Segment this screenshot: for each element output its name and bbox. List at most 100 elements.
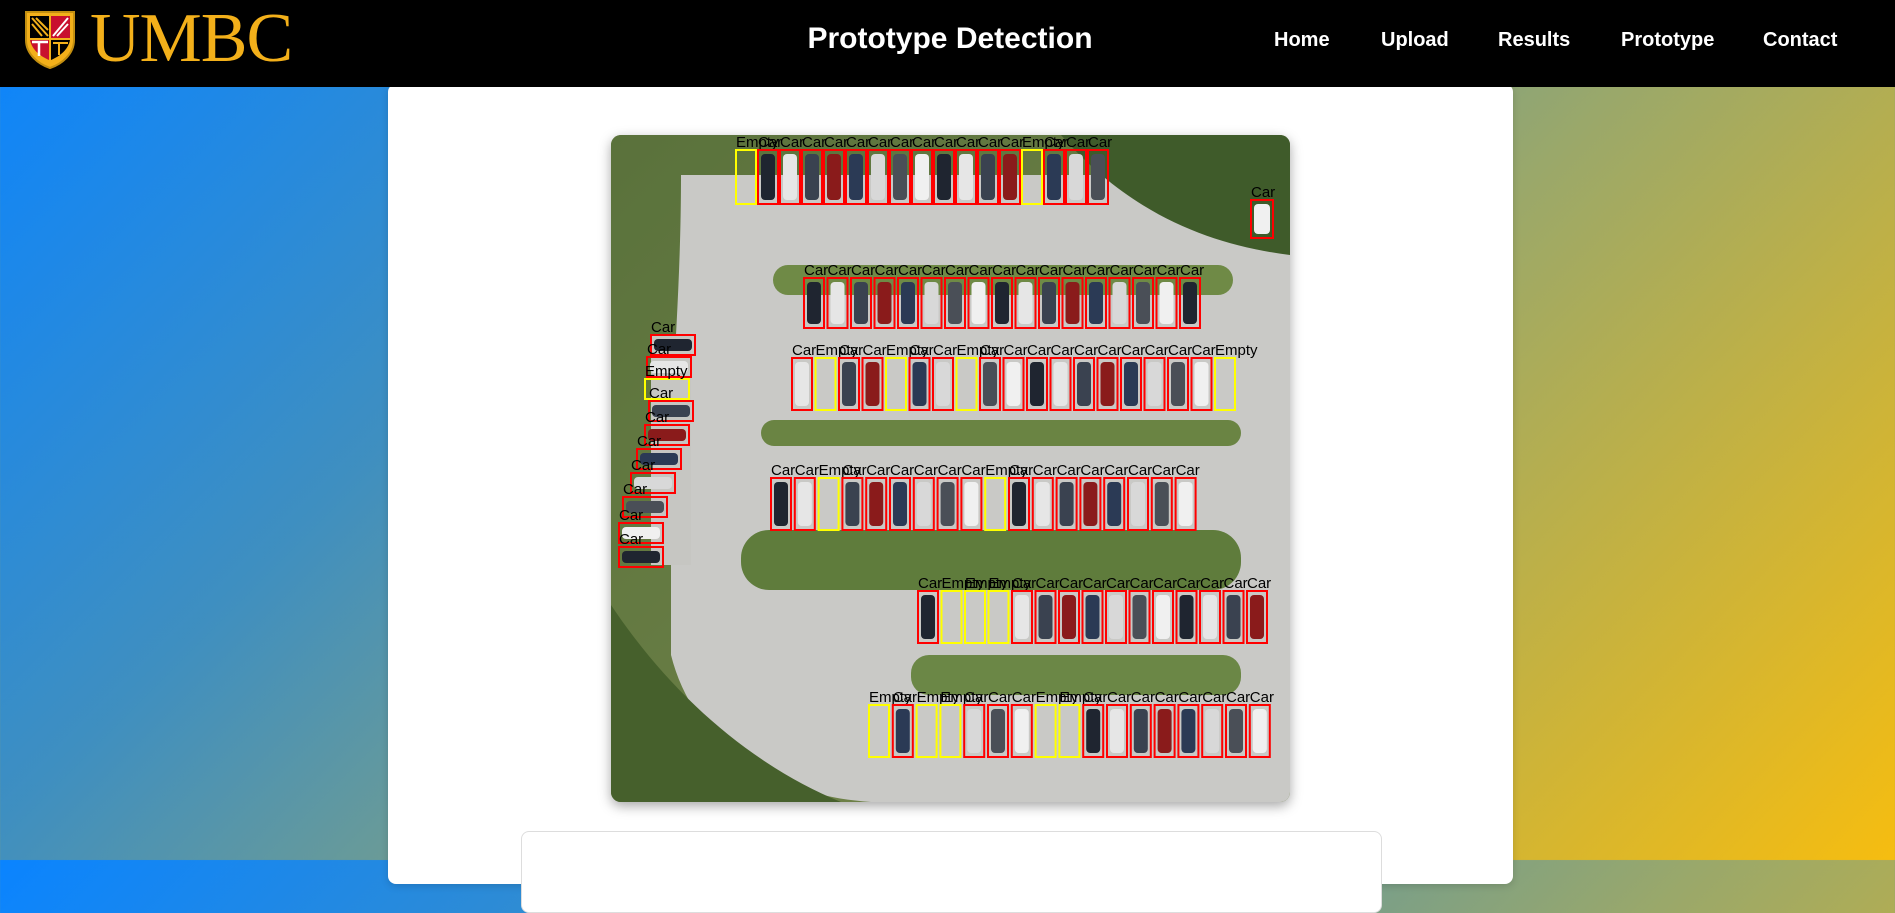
car-shape <box>805 154 819 200</box>
car-shape <box>1047 154 1061 200</box>
car-label: Car <box>1250 689 1274 706</box>
car-label: Car <box>1051 342 1075 359</box>
car-shape <box>915 154 929 200</box>
car-label: Car <box>804 262 828 279</box>
nav-upload[interactable]: Upload <box>1381 29 1449 52</box>
car-label: Car <box>1036 575 1060 592</box>
car-label: Car <box>792 342 816 359</box>
car-shape <box>1062 595 1076 639</box>
car-label: Car <box>1088 135 1112 151</box>
car-label: Car <box>866 462 890 479</box>
car-shape <box>1059 482 1074 526</box>
car-label: Car <box>851 262 875 279</box>
car-label: Car <box>1177 575 1201 592</box>
car-shape <box>1012 482 1026 526</box>
detection-result-image: Empty Car Car Car Car Car Car Car Car Car Car Car Ca… <box>611 135 1290 802</box>
car-shape <box>895 709 910 753</box>
car-shape <box>983 362 997 406</box>
car-label: Car <box>1000 135 1024 151</box>
car-label: Car <box>1153 575 1177 592</box>
car-shape <box>1124 362 1138 406</box>
car-label: Car <box>802 135 826 151</box>
car-label: Car <box>868 135 892 151</box>
car-label: Car <box>1086 262 1110 279</box>
main-content-card: Empty Car Car Car Car Car Car Car Car Car Car Car Ca… <box>388 84 1513 913</box>
car-shape <box>1254 204 1270 234</box>
car-shape <box>981 154 995 200</box>
car-shape <box>783 154 797 200</box>
nav-prototype[interactable]: Prototype <box>1621 29 1714 52</box>
car-shape <box>971 282 986 324</box>
car-label: Car <box>1157 262 1181 279</box>
car-label: Car <box>795 462 819 479</box>
car-shape <box>1030 362 1044 406</box>
car-shape <box>1205 709 1220 753</box>
car-label: Car <box>1152 462 1176 479</box>
car-shape <box>1089 282 1103 324</box>
car-label: Car <box>846 135 870 151</box>
car-shape <box>901 282 915 324</box>
car-label: Car <box>890 462 914 479</box>
car-label: Car <box>1202 689 1226 706</box>
car-label: Car <box>1098 342 1122 359</box>
car-label: Car <box>1083 575 1107 592</box>
car-shape <box>893 482 907 526</box>
car-label: Car <box>651 319 675 336</box>
nav-menu: Home Upload Results Prototype Contact <box>0 29 1895 59</box>
car-label: Car <box>934 135 958 151</box>
car-shape <box>807 282 821 324</box>
car-label: Car <box>623 481 647 498</box>
car-shape <box>1100 362 1115 406</box>
car-shape <box>991 709 1005 753</box>
car-shape <box>1083 482 1098 526</box>
car-shape <box>1069 154 1083 200</box>
car-label: Car <box>1004 342 1028 359</box>
car-label: Car <box>631 457 655 474</box>
car-label: Car <box>1251 184 1275 201</box>
car-shape <box>1018 282 1033 324</box>
car-label: Car <box>964 689 988 706</box>
car-shape <box>1147 362 1162 406</box>
car-shape <box>761 154 775 200</box>
empty-label: Empty <box>1215 342 1258 359</box>
car-shape <box>1133 709 1148 753</box>
nav-home[interactable]: Home <box>1274 29 1330 52</box>
car-label: Car <box>1012 575 1036 592</box>
car-shape <box>1203 595 1217 639</box>
car-label: Car <box>863 342 887 359</box>
car-label: Car <box>1039 262 1063 279</box>
car-shape <box>1035 482 1050 526</box>
empty-label: Empty <box>645 363 688 380</box>
car-label: Car <box>1012 689 1036 706</box>
car-shape <box>1159 282 1174 324</box>
car-label: Car <box>893 689 917 706</box>
car-shape <box>1077 362 1091 406</box>
car-shape <box>1136 282 1150 324</box>
car-shape <box>1132 595 1147 639</box>
nav-contact[interactable]: Contact <box>1763 29 1837 52</box>
car-shape <box>1112 282 1127 324</box>
car-label: Car <box>1192 342 1216 359</box>
car-shape <box>1038 595 1053 639</box>
car-shape <box>1014 709 1029 753</box>
car-shape <box>1086 709 1101 753</box>
car-label: Car <box>933 342 957 359</box>
car-shape <box>830 282 845 324</box>
car-shape <box>924 282 939 324</box>
car-label: Car <box>637 433 661 450</box>
car-shape <box>1156 595 1170 639</box>
car-label: Car <box>1009 462 1033 479</box>
car-shape <box>937 154 951 200</box>
car-shape <box>893 154 907 200</box>
car-label: Car <box>649 385 673 402</box>
nav-results[interactable]: Results <box>1498 29 1570 52</box>
car-label: Car <box>912 135 936 151</box>
car-shape <box>1226 595 1241 639</box>
car-label: Car <box>898 262 922 279</box>
car-label: Car <box>1083 689 1107 706</box>
car-shape <box>877 282 892 324</box>
car-shape <box>1154 482 1169 526</box>
car-label: Car <box>1063 262 1087 279</box>
car-label: Car <box>961 462 985 479</box>
car-shape <box>1252 709 1267 753</box>
